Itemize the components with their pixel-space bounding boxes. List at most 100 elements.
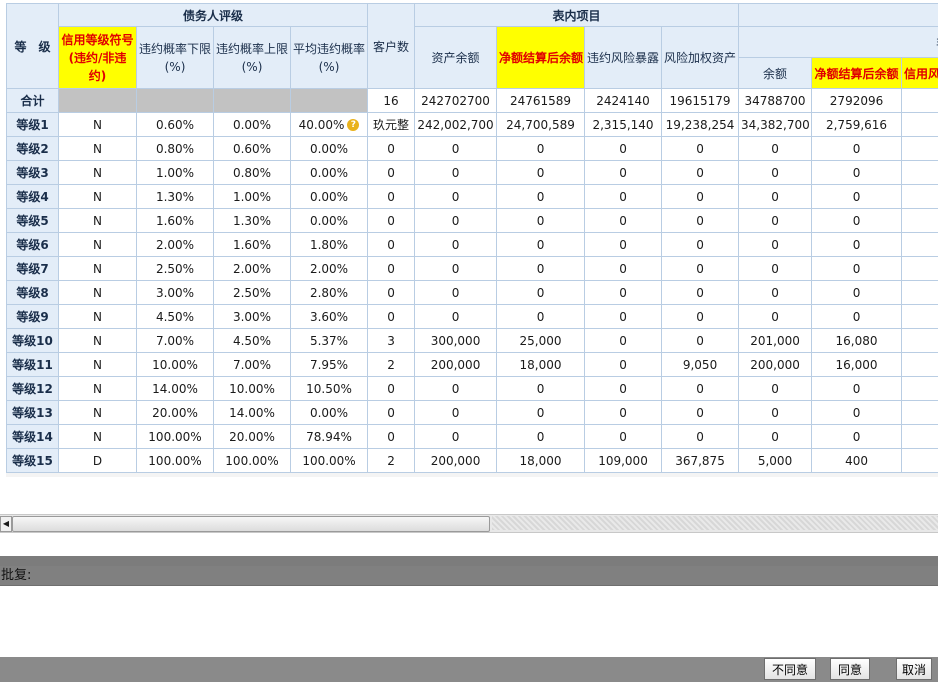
cell-pd-lower: 2.00% bbox=[136, 232, 214, 257]
cell-net: 0 bbox=[496, 256, 586, 281]
cell-exposure: 0 bbox=[584, 184, 663, 209]
help-question-icon[interactable]: ? bbox=[347, 119, 360, 131]
cell-avg-pd: 0.00% bbox=[289, 208, 369, 233]
header-asset-balance: 资产余额 bbox=[414, 26, 498, 89]
cell-net: 0 bbox=[496, 304, 586, 329]
table-row: 等级5 N 1.60% 1.30% 0.00% 0 0 0 0 0 0 0 bbox=[6, 208, 938, 233]
cell-exposure: 109,000 bbox=[584, 448, 663, 473]
cell-credit bbox=[901, 136, 938, 161]
cell-net: 0 bbox=[496, 160, 586, 185]
cell-exposure: 0 bbox=[584, 256, 663, 281]
cell-pd-upper: 1.00% bbox=[213, 184, 291, 209]
cell-customers: 0 bbox=[367, 160, 416, 185]
cell-symbol: N bbox=[58, 280, 137, 305]
scrollbar-thumb[interactable] bbox=[12, 516, 490, 532]
total-label: 合计 bbox=[6, 88, 59, 113]
row-grade: 等级3 bbox=[6, 160, 59, 185]
cell-symbol: N bbox=[58, 352, 137, 377]
cell-rwa: 0 bbox=[661, 208, 740, 233]
row-grade: 等级10 bbox=[6, 328, 59, 353]
total-rwa: 19615179 bbox=[661, 88, 740, 113]
cell-avg-pd: 2.00% bbox=[289, 256, 369, 281]
cell-customers: 0 bbox=[367, 400, 416, 425]
cell-net2: 0 bbox=[811, 160, 903, 185]
cell-asset: 0 bbox=[414, 160, 498, 185]
cell-avg-pd: 0.00% bbox=[289, 400, 369, 425]
cell-net: 0 bbox=[496, 232, 586, 257]
cell-rwa: 0 bbox=[661, 280, 740, 305]
cell-net: 18,000 bbox=[496, 352, 586, 377]
cell-customers: 0 bbox=[367, 424, 416, 449]
cell-rwa: 0 bbox=[661, 184, 740, 209]
section-divider bbox=[0, 556, 938, 566]
cell-symbol: N bbox=[58, 424, 137, 449]
cell-balance: 0 bbox=[738, 208, 813, 233]
header-grade: 等 级 bbox=[6, 3, 59, 89]
footer-toolbar: 不同意 同意 取消 bbox=[0, 657, 938, 682]
cell-symbol: N bbox=[58, 328, 137, 353]
cell-symbol: N bbox=[58, 304, 137, 329]
cell-rwa: 0 bbox=[661, 136, 740, 161]
row-grade: 等级7 bbox=[6, 256, 59, 281]
cell-credit bbox=[901, 304, 938, 329]
cell-credit bbox=[901, 448, 938, 473]
approval-label: 批复: bbox=[0, 566, 938, 585]
cell-pd-upper: 100.00% bbox=[213, 448, 291, 473]
cell-pd-upper: 2.00% bbox=[213, 256, 291, 281]
row-grade: 等级8 bbox=[6, 280, 59, 305]
cell-pd-lower: 1.00% bbox=[136, 160, 214, 185]
table-row: 等级9 N 4.50% 3.00% 3.60% 0 0 0 0 0 0 0 bbox=[6, 304, 938, 329]
cell-pd-lower: 4.50% bbox=[136, 304, 214, 329]
cell-symbol: N bbox=[58, 208, 137, 233]
cell-pd-upper: 14.00% bbox=[213, 400, 291, 425]
cell-credit bbox=[901, 280, 938, 305]
cell-pd-upper: 20.00% bbox=[213, 424, 291, 449]
cancel-button[interactable]: 取消 bbox=[896, 658, 932, 680]
header-credit-symbol: 信用等级符号 (违约/非违约) bbox=[58, 26, 137, 89]
data-grid-container: 等 级 债务人评级 客户数 表内项目 信用等级符号 (违约/非违约) 违约概率下… bbox=[6, 3, 938, 477]
cell-pd-lower: 7.00% bbox=[136, 328, 214, 353]
cell-customers: 0 bbox=[367, 376, 416, 401]
cell-credit bbox=[901, 256, 938, 281]
cell-asset: 0 bbox=[414, 208, 498, 233]
cell-pd-lower: 20.00% bbox=[136, 400, 214, 425]
cell-avg-pd: 7.95% bbox=[289, 352, 369, 377]
arrow-left-icon[interactable]: ◀ bbox=[0, 516, 12, 532]
cell-asset: 200,000 bbox=[414, 352, 498, 377]
cell-avg-pd: 1.80% bbox=[289, 232, 369, 257]
header-balance: 余额 bbox=[738, 57, 813, 89]
table-row: 等级1 N 0.60% 0.00% 40.00%? 玖元整 242,002,700 24,70… bbox=[6, 112, 938, 137]
cell-credit bbox=[901, 376, 938, 401]
cell-asset: 0 bbox=[414, 424, 498, 449]
cell-balance: 0 bbox=[738, 160, 813, 185]
total-exposure: 2424140 bbox=[584, 88, 663, 113]
cell-balance: 5,000 bbox=[738, 448, 813, 473]
cell-exposure: 0 bbox=[584, 424, 663, 449]
total-customers: 16 bbox=[367, 88, 416, 113]
horizontal-scrollbar[interactable]: ◀ bbox=[0, 514, 938, 533]
cell-pd-lower: 14.00% bbox=[136, 376, 214, 401]
header-net-balance: 净额结算后余额 bbox=[496, 26, 586, 89]
scrollbar-track[interactable] bbox=[492, 516, 938, 530]
cell-balance: 0 bbox=[738, 280, 813, 305]
cell-pd-lower: 0.60% bbox=[136, 112, 214, 137]
approval-textarea[interactable] bbox=[0, 585, 938, 659]
agree-button[interactable]: 同意 bbox=[830, 658, 870, 680]
cell-customers: 0 bbox=[367, 232, 416, 257]
cell-pd-upper: 0.80% bbox=[213, 160, 291, 185]
cell-pd-upper: 0.60% bbox=[213, 136, 291, 161]
cell-symbol: D bbox=[58, 448, 137, 473]
cell-credit: 1 bbox=[901, 352, 938, 377]
cell-balance: 34,382,700 bbox=[738, 112, 813, 137]
table-row: 等级2 N 0.80% 0.60% 0.00% 0 0 0 0 0 0 0 bbox=[6, 136, 938, 161]
cell-credit bbox=[901, 184, 938, 209]
header-on-balance: 表内项目 bbox=[414, 3, 740, 27]
disagree-button[interactable]: 不同意 bbox=[764, 658, 816, 680]
cell-asset: 0 bbox=[414, 184, 498, 209]
cell-asset: 0 bbox=[414, 376, 498, 401]
cell-pd-lower: 0.80% bbox=[136, 136, 214, 161]
row-grade: 等级14 bbox=[6, 424, 59, 449]
row-grade: 等级9 bbox=[6, 304, 59, 329]
cell-net2: 0 bbox=[811, 400, 903, 425]
cell-net2: 0 bbox=[811, 232, 903, 257]
